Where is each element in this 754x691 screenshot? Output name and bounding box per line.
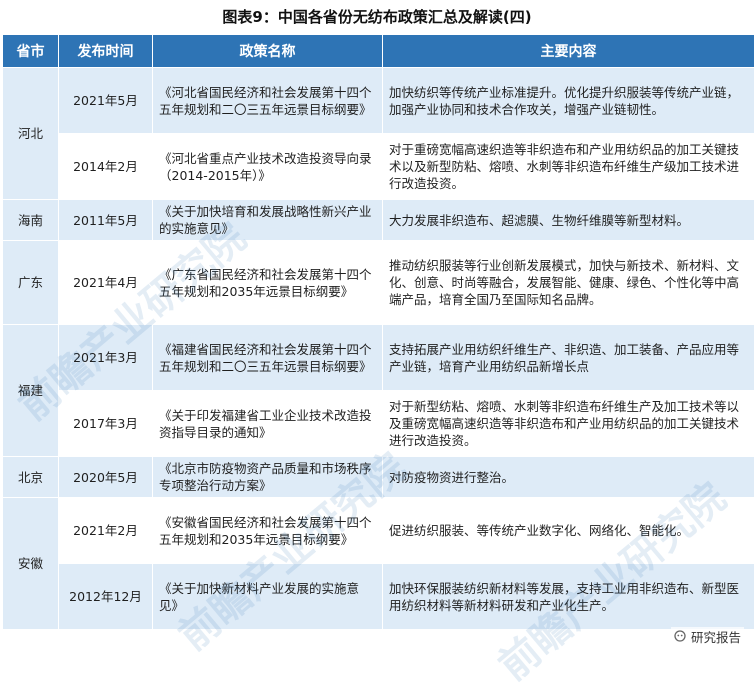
content-cell: 加快纺织等传统产业标准提升。优化提升织服装等传统产业链，加强产业协同和技术合作攻… xyxy=(383,68,754,134)
table-row: 福建2021年3月《福建省国民经济和社会发展第十四个五年规划和二〇三五年远景目标… xyxy=(3,325,754,391)
table-row: 河北2021年5月《河北省国民经济和社会发展第十四个五年规划和二〇三五年远景目标… xyxy=(3,68,754,134)
content-cell: 支持拓展产业用纺织纤维生产、非织造、加工装备、产品应用等产业链，培育产业用纺织品… xyxy=(383,325,754,391)
policy-name-cell: 《福建省国民经济和社会发展第十四个五年规划和二〇三五年远景目标纲要》 xyxy=(153,325,383,391)
table-row: 北京2020年5月《北京市防疫物资产品质量和市场秩序专项整治行动方案》对防疫物资… xyxy=(3,457,754,498)
date-cell: 2021年4月 xyxy=(59,241,153,325)
policy-name-cell: 《关于加快培育和发展战略性新兴产业的实施意见》 xyxy=(153,200,383,241)
province-cell: 广东 xyxy=(3,241,59,325)
policy-name-cell: 《关于加快新材料产业发展的实施意见》 xyxy=(153,564,383,630)
province-cell: 海南 xyxy=(3,200,59,241)
table-body: 河北2021年5月《河北省国民经济和社会发展第十四个五年规划和二〇三五年远景目标… xyxy=(3,68,754,630)
policy-name-cell: 《安徽省国民经济和社会发展第十四个五年规划和2035年远景目标纲要》 xyxy=(153,498,383,564)
source-credit: 研究报告 xyxy=(671,627,744,646)
table-row: 2014年2月《河北省重点产业技术改造投资导向录（2014-2015年）》对于重… xyxy=(3,134,754,200)
content-cell: 加快环保服装纺织新材料等发展，支持工业用非织造布、新型医用纺织材料等新材料研发和… xyxy=(383,564,754,630)
policy-name-cell: 《关于印发福建省工业企业技术改造投资指导目录的通知》 xyxy=(153,391,383,457)
policy-table: 省市 发布时间 政策名称 主要内容 河北2021年5月《河北省国民经济和社会发展… xyxy=(2,34,754,630)
province-cell: 安徽 xyxy=(3,498,59,630)
content-cell: 对于新型纺粘、熔喷、水刺等非织造布纤维生产及加工技术等以及重磅宽幅高速织造等非织… xyxy=(383,391,754,457)
header-province: 省市 xyxy=(3,35,59,68)
header-date: 发布时间 xyxy=(59,35,153,68)
province-cell: 福建 xyxy=(3,325,59,457)
header-row: 省市 发布时间 政策名称 主要内容 xyxy=(3,35,754,68)
content-cell: 推动纺织服装等行业创新发展模式，加快与新技术、新材料、文化、创意、时尚等融合，发… xyxy=(383,241,754,325)
date-cell: 2011年5月 xyxy=(59,200,153,241)
table-row: 2017年3月《关于印发福建省工业企业技术改造投资指导目录的通知》对于新型纺粘、… xyxy=(3,391,754,457)
wechat-icon xyxy=(674,630,688,644)
table-row: 海南2011年5月《关于加快培育和发展战略性新兴产业的实施意见》大力发展非织造布… xyxy=(3,200,754,241)
content-cell: 对防疫物资进行整治。 xyxy=(383,457,754,498)
policy-name-cell: 《河北省重点产业技术改造投资导向录（2014-2015年）》 xyxy=(153,134,383,200)
date-cell: 2017年3月 xyxy=(59,391,153,457)
table-row: 2012年12月《关于加快新材料产业发展的实施意见》加快环保服装纺织新材料等发展… xyxy=(3,564,754,630)
date-cell: 2012年12月 xyxy=(59,564,153,630)
date-cell: 2021年3月 xyxy=(59,325,153,391)
table-title: 图表9：中国各省份无纺布政策汇总及解读(四) xyxy=(0,0,754,34)
header-content: 主要内容 xyxy=(383,35,754,68)
date-cell: 2020年5月 xyxy=(59,457,153,498)
date-cell: 2021年5月 xyxy=(59,68,153,134)
page: 图表9：中国各省份无纺布政策汇总及解读(四) 省市 发布时间 政策名称 主要内容… xyxy=(0,0,754,668)
policy-name-cell: 《广东省国民经济和社会发展第十四个五年规划和2035年远景目标纲要》 xyxy=(153,241,383,325)
province-cell: 河北 xyxy=(3,68,59,200)
content-cell: 大力发展非织造布、超滤膜、生物纤维膜等新型材料。 xyxy=(383,200,754,241)
date-cell: 2014年2月 xyxy=(59,134,153,200)
table-row: 广东2021年4月《广东省国民经济和社会发展第十四个五年规划和2035年远景目标… xyxy=(3,241,754,325)
province-cell: 北京 xyxy=(3,457,59,498)
date-cell: 2021年2月 xyxy=(59,498,153,564)
credit-text: 研究报告 xyxy=(691,630,741,645)
content-cell: 促进纺织服装、等传统产业数字化、网络化、智能化。 xyxy=(383,498,754,564)
policy-name-cell: 《河北省国民经济和社会发展第十四个五年规划和二〇三五年远景目标纲要》 xyxy=(153,68,383,134)
header-policy: 政策名称 xyxy=(153,35,383,68)
content-cell: 对于重磅宽幅高速织造等非织造布和产业用纺织品的加工关键技术以及新型防粘、熔喷、水… xyxy=(383,134,754,200)
table-row: 安徽2021年2月《安徽省国民经济和社会发展第十四个五年规划和2035年远景目标… xyxy=(3,498,754,564)
policy-name-cell: 《北京市防疫物资产品质量和市场秩序专项整治行动方案》 xyxy=(153,457,383,498)
